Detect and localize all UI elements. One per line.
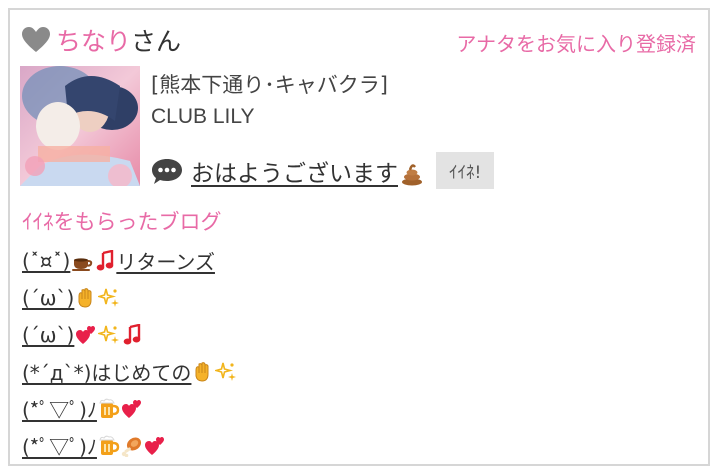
blog-title-text: (*ﾟ▽ﾟ)ﾉ (22, 398, 97, 422)
sparkles-icon (96, 287, 120, 309)
favorite-status: アナタをお気に入り登録済 (456, 32, 696, 56)
shop-info: [熊本下通り･キャバクラ] CLUB LILY (151, 70, 388, 132)
honorific: さん (131, 27, 182, 56)
two-hearts-icon (121, 398, 143, 420)
user-name-row: ちなり さん (22, 22, 181, 58)
clap-icon (75, 287, 97, 309)
blog-title-text: (´ω`) (22, 322, 75, 347)
blog-list-item: (´ω`) (22, 316, 237, 353)
blog-list-item: (*´д`*)はじめての (22, 353, 237, 390)
blog-link[interactable]: (˟¤˟) リターンズ (22, 246, 215, 275)
blog-title-suffix: リターンズ (116, 250, 215, 274)
blog-list-item: (*ﾟ▽ﾟ)ﾉ (22, 390, 237, 427)
blog-title-text: (*ﾟ▽ﾟ)ﾉ (22, 435, 97, 459)
blog-list-item: (˟¤˟) リターンズ (22, 242, 237, 279)
blog-link[interactable]: (´ω`) (22, 323, 143, 347)
profile-photo[interactable] (20, 66, 140, 186)
user-name[interactable]: ちなり (56, 22, 131, 58)
post-title-link[interactable]: おはようございます (191, 154, 424, 188)
clap-icon (192, 361, 214, 383)
profile-thumbnail-image (20, 66, 140, 186)
two-hearts-icon (75, 324, 97, 346)
blog-link[interactable]: (´ω`) (22, 286, 120, 310)
meat-icon (121, 435, 143, 457)
music-note-icon (121, 323, 143, 346)
post-title: おはようございます (191, 160, 398, 187)
beer-icon (98, 435, 120, 457)
coffee-icon (71, 250, 93, 272)
liked-blogs-title: ｲｲﾈをもらったブログ (22, 210, 222, 234)
blog-link[interactable]: (*ﾟ▽ﾟ)ﾉ (22, 394, 143, 423)
sparkles-icon (96, 324, 120, 346)
poop-icon (402, 164, 422, 186)
card-header: ちなり さん アナタをお気に入り登録済 (22, 22, 696, 58)
speech-bubble-icon (152, 158, 182, 184)
blog-link[interactable]: (*ﾟ▽ﾟ)ﾉ (22, 431, 166, 460)
latest-post-row: おはようございます ｲｲﾈ! (151, 152, 495, 189)
profile-card: ちなり さん アナタをお気に入り登録済 [熊本下通り･キャバクラ] CLUB L… (8, 8, 710, 466)
music-note-icon (94, 249, 116, 272)
two-hearts-icon (144, 435, 166, 457)
like-button[interactable]: ｲｲﾈ! (436, 152, 495, 189)
blog-link[interactable]: (*´д`*)はじめての (22, 357, 237, 386)
shop-name[interactable]: CLUB LILY (151, 101, 388, 132)
heart-icon (22, 27, 50, 52)
blog-title-text: (˟¤˟) (22, 248, 71, 273)
blog-list-item: (*ﾟ▽ﾟ)ﾉ (22, 427, 237, 464)
sparkles-icon (213, 361, 237, 383)
shop-type: [熊本下通り･キャバクラ] (151, 73, 388, 97)
beer-icon (98, 398, 120, 420)
blog-title-text: (´ω`) (22, 285, 75, 310)
blog-title-text: (*´д`*)はじめての (22, 361, 192, 385)
blog-list-item: (´ω`) (22, 279, 237, 316)
liked-blogs-list: (˟¤˟) リターンズ (´ω`) (´ω`) (*´д`*)はじめての (*ﾟ▽ﾟ)ﾉ (… (22, 242, 237, 464)
